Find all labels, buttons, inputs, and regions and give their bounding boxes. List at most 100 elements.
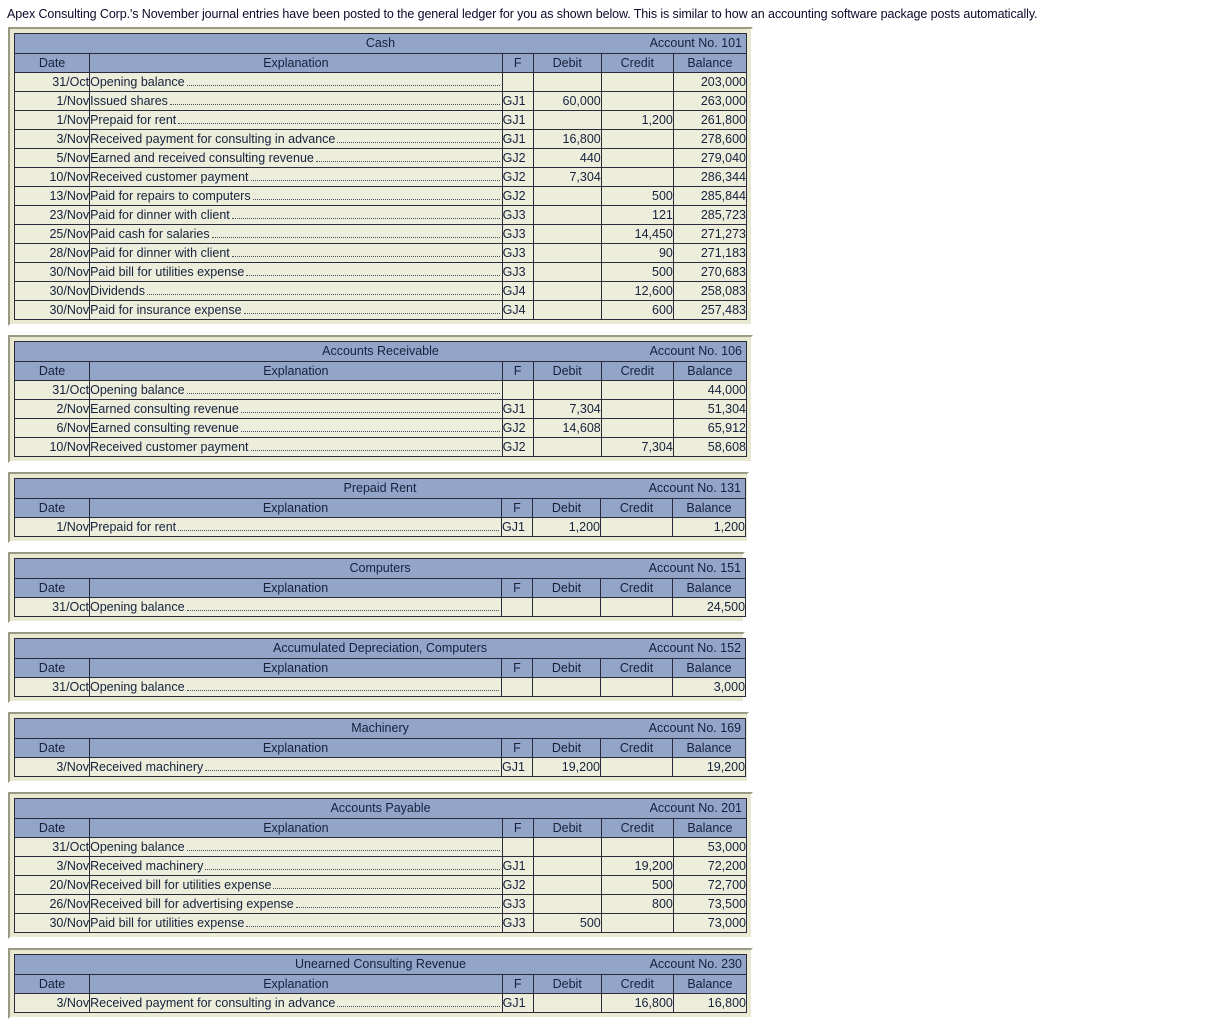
table-row: 3/Nov Received machinery GJ1 19,200 19,200 bbox=[14, 757, 747, 777]
column-header-row: Date Explanation F Debit Credit Balance bbox=[13, 974, 748, 994]
cell-balance: 286,344 bbox=[672, 167, 748, 187]
explanation-text: Opening balance bbox=[90, 383, 185, 397]
table-row: 28/Nov Paid for dinner with client GJ3 90 27… bbox=[13, 243, 748, 263]
leader-dots bbox=[186, 382, 500, 394]
column-header-f: F bbox=[501, 361, 534, 381]
explanation-text: Opening balance bbox=[90, 600, 185, 614]
table-row: 5/Nov Earned and received consulting reve… bbox=[13, 148, 748, 168]
column-header-explanation: Explanation bbox=[89, 498, 502, 518]
cell-credit bbox=[600, 91, 674, 111]
table-row: 20/Nov Received bill for utilities expens… bbox=[13, 875, 748, 895]
cell-explanation: Opening balance bbox=[89, 677, 502, 697]
leader-dots bbox=[250, 439, 500, 451]
cell-date: 5/Nov bbox=[13, 148, 91, 168]
cell-date: 10/Nov bbox=[13, 437, 91, 457]
cell-credit: 1,200 bbox=[600, 110, 674, 130]
explanation-text: Paid bill for utilities expense bbox=[90, 265, 245, 279]
leader-dots bbox=[186, 74, 500, 86]
column-header-date: Date bbox=[13, 53, 91, 73]
cell-debit bbox=[532, 243, 602, 263]
cell-explanation: Opening balance bbox=[89, 72, 503, 92]
leader-dots bbox=[205, 858, 500, 870]
cell-date: 25/Nov bbox=[13, 224, 91, 244]
cell-date: 23/Nov bbox=[13, 205, 91, 225]
explanation-text: Paid for repairs to computers bbox=[90, 189, 251, 203]
cell-balance: 258,083 bbox=[672, 281, 748, 301]
cell-date: 3/Nov bbox=[13, 129, 91, 149]
intro-paragraph: Apex Consulting Corp.'s November journal… bbox=[7, 7, 1038, 21]
cell-date: 31/Oct bbox=[14, 677, 90, 697]
cell-date: 1/Nov bbox=[13, 91, 91, 111]
account-number: Account No. 230 bbox=[649, 957, 742, 971]
table-row: 3/Nov Received payment for consulting in … bbox=[13, 129, 748, 149]
table-row: 1/Nov Prepaid for rent GJ1 1,200 1,200 bbox=[14, 517, 746, 537]
cell-debit bbox=[532, 837, 602, 857]
cell-balance: 1,200 bbox=[672, 517, 746, 537]
column-header-credit: Credit bbox=[600, 578, 673, 598]
account-number: Account No. 106 bbox=[649, 344, 742, 358]
cell-debit bbox=[532, 224, 602, 244]
cell-credit bbox=[600, 399, 674, 419]
account-ledger-prepaid-rent: Prepaid Rent Account No. 131 Date Explanati… bbox=[8, 472, 749, 543]
column-header-date: Date bbox=[14, 738, 90, 758]
column-header-balance: Balance bbox=[672, 498, 746, 518]
cell-f: GJ2 bbox=[501, 875, 534, 895]
explanation-text: Dividends bbox=[90, 284, 145, 298]
cell-balance: 73,500 bbox=[672, 894, 748, 914]
account-name: Computers bbox=[349, 561, 411, 575]
column-header-debit: Debit bbox=[532, 738, 601, 758]
table-row: 3/Nov Received payment for consulting in … bbox=[13, 993, 748, 1013]
cell-explanation: Received payment for consulting in advan… bbox=[89, 993, 503, 1013]
cell-f: GJ1 bbox=[501, 757, 533, 777]
cell-date: 3/Nov bbox=[13, 856, 91, 876]
cell-date: 3/Nov bbox=[13, 993, 91, 1013]
cell-debit bbox=[532, 875, 602, 895]
leader-dots bbox=[186, 839, 500, 851]
ledger-table-accounts-payable: Accounts Payable Account No. 201 Date Expla… bbox=[13, 798, 748, 933]
cell-explanation: Paid for repairs to computers bbox=[89, 186, 503, 206]
cell-date: 30/Nov bbox=[13, 262, 91, 282]
column-header-f: F bbox=[501, 974, 534, 994]
table-row: 26/Nov Received bill for advertising expe… bbox=[13, 894, 748, 914]
column-header-credit: Credit bbox=[600, 974, 674, 994]
explanation-text: Paid for dinner with client bbox=[90, 246, 230, 260]
explanation-text: Received customer payment bbox=[90, 170, 249, 184]
account-number: Account No. 151 bbox=[648, 561, 742, 575]
table-row: 6/Nov Earned consulting revenue GJ2 14,608 6… bbox=[13, 418, 748, 438]
cell-explanation: Opening balance bbox=[89, 837, 503, 857]
cell-debit bbox=[532, 437, 602, 457]
cell-f bbox=[501, 72, 534, 92]
leader-dots bbox=[240, 401, 500, 413]
column-header-credit: Credit bbox=[600, 818, 674, 838]
column-header-credit: Credit bbox=[600, 498, 673, 518]
cell-date: 26/Nov bbox=[13, 894, 91, 914]
account-name: Accumulated Depreciation, Computers bbox=[273, 641, 488, 655]
cell-f: GJ2 bbox=[501, 148, 534, 168]
account-name: Prepaid Rent bbox=[343, 481, 417, 495]
leader-dots bbox=[273, 877, 500, 889]
cell-f: GJ3 bbox=[501, 205, 534, 225]
cell-balance: 271,183 bbox=[672, 243, 748, 263]
leader-dots bbox=[178, 519, 499, 531]
column-header-f: F bbox=[501, 738, 533, 758]
cell-debit: 19,200 bbox=[532, 757, 601, 777]
column-header-date: Date bbox=[14, 578, 90, 598]
explanation-text: Paid bill for utilities expense bbox=[90, 916, 245, 930]
cell-debit bbox=[532, 597, 601, 617]
cell-f: GJ1 bbox=[501, 110, 534, 130]
cell-date: 3/Nov bbox=[14, 757, 90, 777]
table-row: 1/Nov Issued shares GJ1 60,000 263,000 bbox=[13, 91, 748, 111]
cell-credit bbox=[600, 72, 674, 92]
leader-dots bbox=[211, 226, 500, 238]
leader-dots bbox=[250, 169, 500, 181]
cell-balance: 278,600 bbox=[672, 129, 748, 149]
column-header-credit: Credit bbox=[600, 53, 674, 73]
table-row: 13/Nov Paid for repairs to computers GJ2 50… bbox=[13, 186, 748, 206]
cell-f: GJ2 bbox=[501, 418, 534, 438]
column-header-f: F bbox=[501, 53, 534, 73]
explanation-text: Received customer payment bbox=[90, 440, 249, 454]
explanation-text: Prepaid for rent bbox=[90, 520, 177, 534]
cell-credit bbox=[600, 597, 673, 617]
cell-date: 31/Oct bbox=[14, 597, 90, 617]
cell-f bbox=[501, 837, 534, 857]
